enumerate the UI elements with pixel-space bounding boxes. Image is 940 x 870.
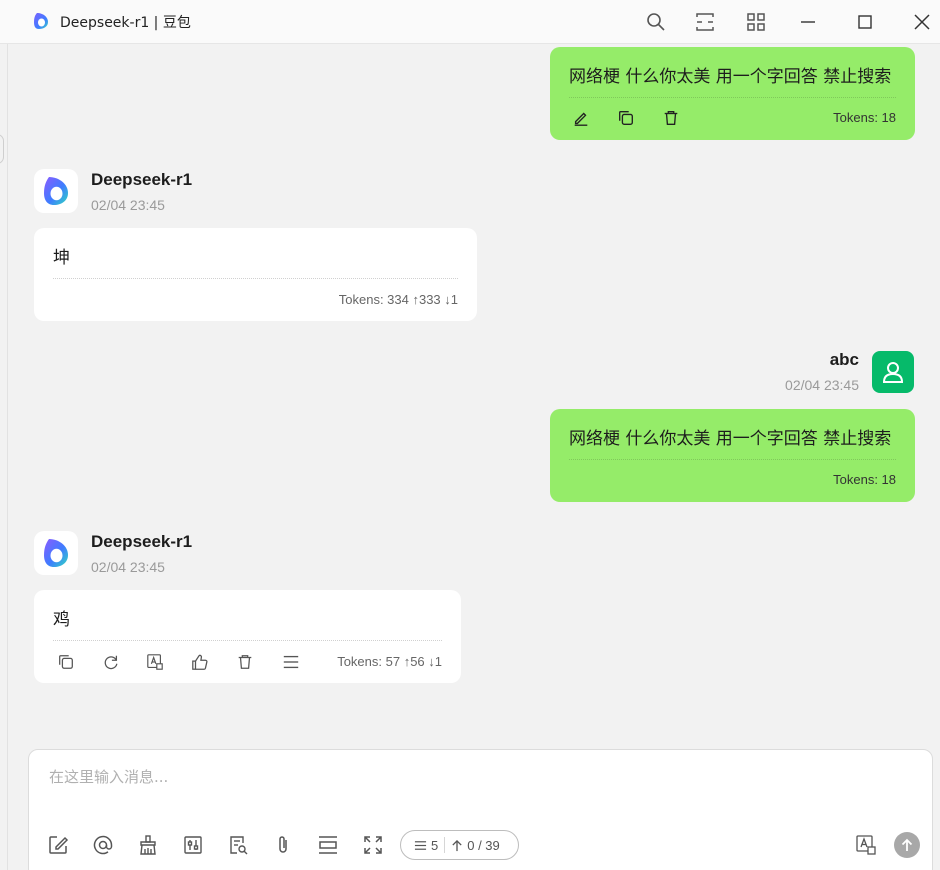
copy-icon[interactable] [54,650,78,674]
divider [569,97,896,98]
divider [53,278,458,279]
token-count: Tokens: 18 [833,110,896,125]
left-border [7,44,8,870]
message-input-box[interactable]: 在这里输入消息... 5 0 / 39 [28,749,933,870]
knowledge-search-icon[interactable] [225,832,251,858]
context-count-value: 5 [431,837,439,853]
settings-sliders-icon[interactable] [180,832,206,858]
edit-icon[interactable] [570,107,592,129]
token-counter: 0 / 39 [451,838,500,853]
message-input-placeholder[interactable]: 在这里输入消息... [49,766,168,787]
token-counter-value: 0 / 39 [467,837,500,853]
deepseek-logo-icon [44,539,68,567]
maximize-icon[interactable] [851,8,879,36]
collapse-handle[interactable] [0,134,4,164]
copy-icon[interactable] [615,107,637,129]
assistant-avatar [34,169,78,213]
deepseek-logo-icon [44,177,68,205]
app-logo-icon [34,13,48,29]
token-count: Tokens: 57 ↑56 ↓1 [337,654,442,669]
message-text: 网络梗 什么你太美 用一个字回答 禁止搜索 [569,67,892,87]
delete-icon[interactable] [233,650,257,674]
context-count: 5 [414,838,438,853]
message-timestamp: 02/04 23:45 [91,559,165,575]
divider [53,640,442,641]
separator [444,837,446,853]
assistant-name: Deepseek-r1 [91,170,193,189]
assistant-name: Deepseek-r1 [91,532,193,551]
message-timestamp: 02/04 23:45 [91,197,165,213]
translate-input-icon[interactable] [853,832,879,858]
assistant-message-bubble: 鸡 Tokens: 57 ↑56 ↓1 [34,590,461,683]
grid-icon[interactable] [742,8,770,36]
user-name: abc [829,350,859,369]
token-count: Tokens: 18 [833,472,896,487]
expand-lines-icon[interactable] [315,832,341,858]
delete-icon[interactable] [660,107,682,129]
window-title: Deepseek-r1 | 豆包 [60,15,191,31]
new-chat-icon[interactable] [45,832,71,858]
user-avatar [872,351,914,393]
arrow-up-icon [452,839,462,851]
message-text: 坤 [53,248,70,268]
arrow-up-icon [901,838,913,851]
clear-icon[interactable] [135,832,161,858]
assistant-message-bubble: 坤 Tokens: 334 ↑333 ↓1 [34,228,477,321]
user-message-bubble: 网络梗 什么你太美 用一个字回答 禁止搜索 Tokens: 18 [550,47,915,140]
message-text: 网络梗 什么你太美 用一个字回答 禁止搜索 [569,429,892,449]
menu-icon[interactable] [279,650,303,674]
user-icon [882,362,904,383]
close-icon[interactable] [908,8,936,36]
mention-icon[interactable] [90,832,116,858]
title-bar: Deepseek-r1 | 豆包 [0,0,940,44]
attachment-icon[interactable] [270,832,296,858]
assistant-avatar [34,531,78,575]
minimize-icon[interactable] [794,8,822,36]
send-button[interactable] [894,832,920,858]
message-text: 鸡 [53,610,70,630]
context-token-counter[interactable]: 5 0 / 39 [400,830,519,860]
search-icon[interactable] [642,8,670,36]
divider [569,459,896,460]
user-message-bubble: 网络梗 什么你太美 用一个字回答 禁止搜索 Tokens: 18 [550,409,915,502]
fullscreen-editor-icon[interactable] [360,832,386,858]
regenerate-icon[interactable] [99,650,123,674]
translate-icon[interactable] [143,650,167,674]
fullscreen-icon[interactable] [691,8,719,36]
thumbs-up-icon[interactable] [188,650,212,674]
message-timestamp: 02/04 23:45 [785,377,859,393]
token-count: Tokens: 334 ↑333 ↓1 [338,292,458,307]
list-icon [414,840,427,850]
